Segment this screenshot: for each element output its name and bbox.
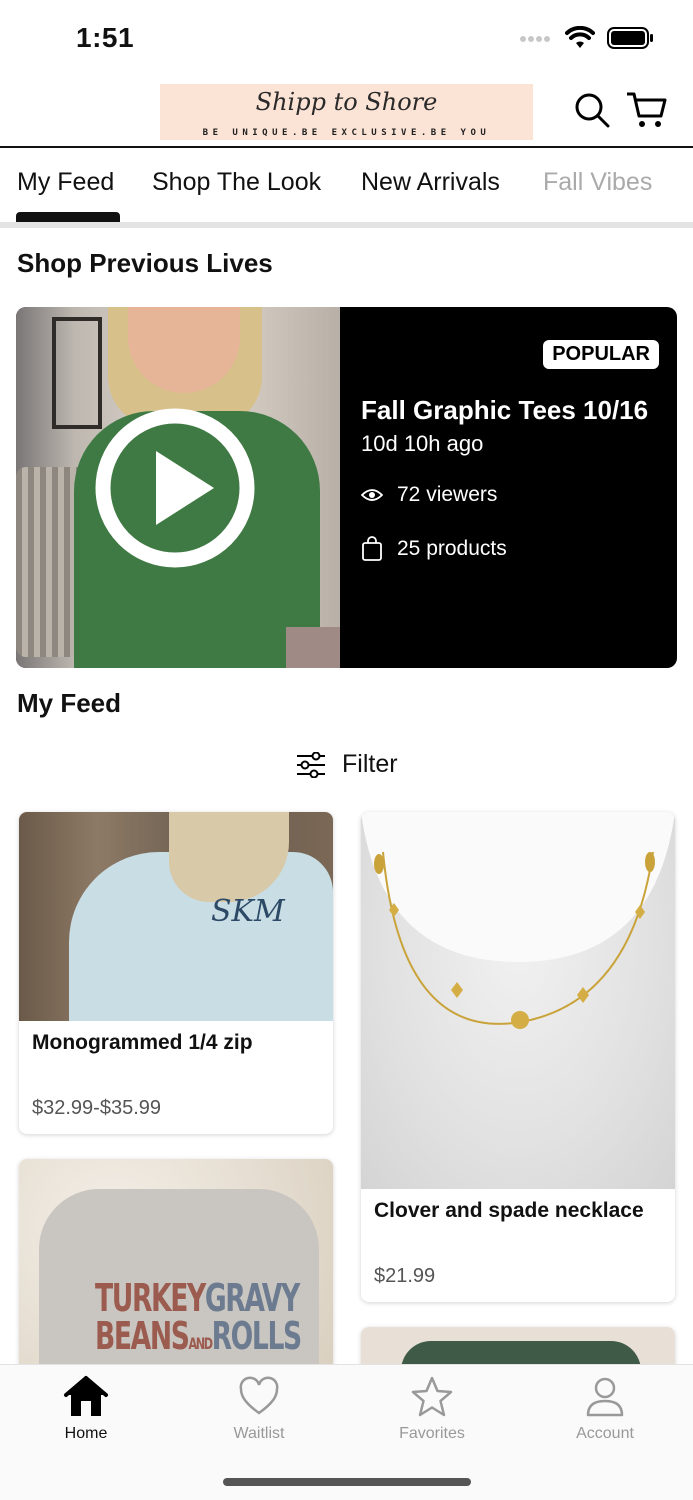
- product-price: $32.99-$35.99: [32, 1097, 162, 1119]
- tab-fall-vibes[interactable]: Fall Vibes: [543, 168, 652, 197]
- shirt-graphic-text: TURKEYGRAVY BEANSANDROLLS: [95, 1279, 303, 1363]
- tabbar-label: Account: [576, 1425, 634, 1442]
- product-image: SKM: [19, 812, 333, 1021]
- search-button[interactable]: [570, 88, 614, 132]
- tab-my-feed[interactable]: My Feed: [17, 168, 114, 197]
- tabbar-label: Waitlist: [233, 1425, 285, 1442]
- previous-lives-title: Shop Previous Lives: [17, 248, 273, 278]
- play-icon[interactable]: [94, 407, 256, 569]
- signal-icon: [520, 36, 550, 42]
- tab-new-arrivals[interactable]: New Arrivals: [361, 168, 500, 197]
- cart-icon: [627, 92, 667, 127]
- brand-logo[interactable]: Shipp to Shore BE UNIQUE.BE EXCLUSIVE.BE…: [160, 84, 533, 140]
- active-tab-indicator: [16, 212, 120, 222]
- live-products: 25 products: [361, 536, 507, 562]
- eye-icon: [361, 489, 383, 501]
- shopping-bag-icon: [362, 536, 382, 561]
- tab-shop-the-look[interactable]: Shop The Look: [152, 168, 321, 197]
- status-time: 1:51: [76, 22, 135, 53]
- tabbar-label: Favorites: [399, 1425, 465, 1442]
- live-thumbnail: [16, 307, 340, 668]
- live-info: POPULAR Fall Graphic Tees 10/16 10d 10h …: [340, 307, 677, 668]
- home-indicator[interactable]: [223, 1478, 471, 1486]
- heart-icon: [239, 1376, 279, 1415]
- product-card[interactable]: Clover and spade necklace $21.99: [361, 812, 675, 1302]
- wifi-icon: [565, 26, 595, 48]
- tabs-divider: [0, 222, 693, 228]
- filter-label: Filter: [342, 750, 398, 778]
- filter-icon: [297, 751, 325, 778]
- shirt-word: AND: [188, 1334, 213, 1353]
- search-icon: [575, 93, 610, 128]
- category-tabs: My Feed Shop The Look New Arrivals Fall …: [0, 150, 693, 222]
- logo-script: Shipp to Shore: [255, 88, 438, 116]
- product-image: TURKEYGRAVY BEANSANDROLLS: [19, 1159, 333, 1379]
- status-icons: [519, 26, 653, 50]
- cart-button[interactable]: [624, 88, 668, 132]
- monogram-text: SKM: [211, 894, 285, 929]
- tabbar-label: Home: [64, 1425, 108, 1442]
- product-image: [361, 812, 675, 1189]
- star-icon: [411, 1376, 453, 1417]
- product-price: $21.99: [374, 1265, 436, 1287]
- battery-icon: [607, 27, 653, 49]
- app-header: Shipp to Shore BE UNIQUE.BE EXCLUSIVE.BE…: [0, 78, 693, 148]
- tabbar-home[interactable]: Home: [26, 1375, 146, 1443]
- product-name: Clover and spade necklace: [374, 1199, 644, 1222]
- necklace-illustration: [361, 812, 675, 1029]
- product-card[interactable]: TURKEYGRAVY BEANSANDROLLS: [19, 1159, 333, 1379]
- tabbar-waitlist[interactable]: Waitlist: [199, 1375, 319, 1443]
- filter-button[interactable]: Filter: [296, 750, 398, 779]
- logo-tagline: BE UNIQUE.BE EXCLUSIVE.BE YOU: [202, 128, 491, 138]
- shirt-word: ROLLS: [211, 1314, 303, 1358]
- shirt-word: BEANS: [95, 1314, 190, 1358]
- tabbar-favorites[interactable]: Favorites: [372, 1375, 492, 1443]
- home-icon: [64, 1376, 108, 1416]
- product-name: Monogrammed 1/4 zip: [32, 1031, 253, 1054]
- person-icon: [586, 1377, 624, 1417]
- status-bar: 1:51: [0, 0, 693, 78]
- live-title: Fall Graphic Tees 10/16: [361, 395, 649, 425]
- previous-live-card[interactable]: POPULAR Fall Graphic Tees 10/16 10d 10h …: [16, 307, 677, 668]
- popular-badge: POPULAR: [543, 340, 659, 369]
- tabbar-account[interactable]: Account: [545, 1375, 665, 1443]
- feed-title: My Feed: [17, 688, 122, 718]
- product-card[interactable]: SKM Monogrammed 1/4 zip $32.99-$35.99: [19, 812, 333, 1134]
- viewers-count: 72 viewers: [397, 483, 498, 506]
- live-viewers: 72 viewers: [361, 483, 497, 507]
- live-time-ago: 10d 10h ago: [361, 431, 484, 456]
- thumb-rug: [286, 627, 340, 668]
- products-count: 25 products: [397, 537, 507, 560]
